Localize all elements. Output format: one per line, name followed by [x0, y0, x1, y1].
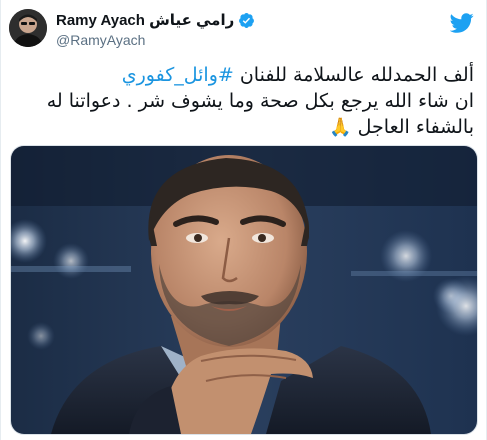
hashtag-link[interactable]: #وائل_كفوري [122, 64, 234, 86]
folded-hands-emoji: 🙏 [329, 117, 352, 138]
author-display-name[interactable]: Ramy Ayach رامي عياش [56, 11, 234, 29]
user-avatar [9, 9, 47, 47]
tweet-text-line-3: بالشفاء العاجل 🙏 [14, 114, 474, 141]
verified-badge-icon [239, 12, 255, 28]
tweet-author: Ramy Ayach رامي عياش @RamyAyach [56, 10, 255, 48]
twitter-bird-icon [450, 13, 474, 33]
tweet-text: ألف الحمدلله عالسلامة للفنان #وائل_كفوري… [14, 62, 474, 141]
avatar[interactable] [9, 9, 47, 47]
author-handle[interactable]: @RamyAyach [56, 32, 255, 48]
twitter-logo[interactable] [448, 9, 476, 37]
tweet-text-segment: بالشفاء العاجل [351, 116, 474, 138]
tweet-text-segment: ألف الحمدلله عالسلامة للفنان [233, 64, 474, 86]
tweet-text-line-1: ألف الحمدلله عالسلامة للفنان #وائل_كفوري [14, 62, 474, 88]
tweet-media-image[interactable] [10, 145, 478, 435]
tweet-text-line-2: ان شاء الله يرجع بكل صحة وما يشوف شر . د… [46, 90, 474, 112]
portrait-photo [11, 146, 477, 434]
tweet-card: Ramy Ayach رامي عياش @RamyAyach ألف الحم… [0, 0, 487, 440]
